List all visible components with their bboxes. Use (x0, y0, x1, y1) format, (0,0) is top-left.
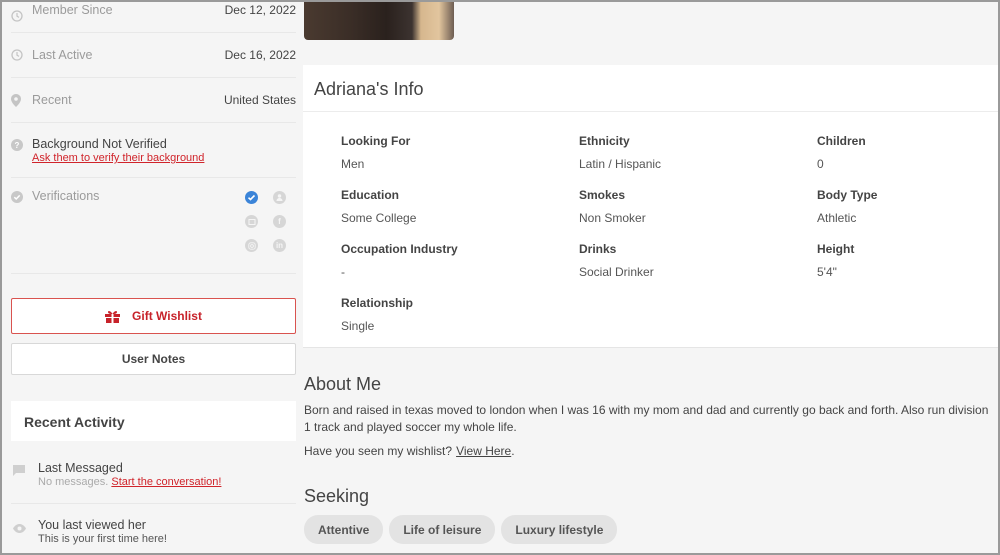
activity-last-viewed: You last viewed her This is your first t… (11, 518, 296, 545)
field-body-type: Body Type Athletic (817, 188, 1000, 225)
about-title: About Me (304, 374, 382, 394)
field-occupation-industry: Occupation Industry - (341, 242, 561, 279)
info-card: Adriana's Info Looking For Men Ethnicity… (303, 65, 1000, 348)
wishlist-line: Have you seen my wishlist? View Here. (304, 444, 515, 458)
facebook-icon: f (273, 215, 286, 228)
activity-title: Last Messaged (38, 461, 123, 475)
field-key: Relationship (341, 296, 414, 310)
field-value: Some College (341, 211, 417, 225)
message-icon (13, 463, 25, 481)
wishlist-suffix: . (511, 444, 515, 458)
seeking-title: Seeking (304, 486, 370, 506)
stat-label: Recent (32, 93, 72, 107)
info-title: Adriana's Info (303, 65, 1000, 112)
stat-label: Last Active (32, 48, 93, 62)
about-text: Born and raised in texas moved to london… (304, 403, 989, 434)
stat-value: United States (223, 93, 296, 107)
clock-icon (11, 49, 32, 61)
activity-sub-text: No messages. (38, 476, 109, 488)
view-wishlist-link[interactable]: View Here (456, 444, 511, 458)
seeking-tag: Attentive (304, 515, 384, 544)
user-notes-button[interactable]: User Notes (11, 343, 296, 375)
verified-check-icon (245, 191, 258, 204)
stat-member-since: Member Since Dec 12, 2022 (11, 0, 296, 33)
field-value: Men (341, 157, 365, 171)
recent-activity-title: Recent Activity (11, 401, 296, 441)
field-value: Latin / Hispanic (579, 157, 662, 171)
field-drinks: Drinks Social Drinker (579, 242, 799, 279)
field-value: Single (341, 319, 375, 333)
field-height: Height 5'4" (817, 242, 1000, 279)
user-notes-label: User Notes (121, 352, 186, 366)
activity-sub: No messages. Start the conversation! (38, 476, 296, 488)
field-children: Children 0 (817, 134, 1000, 171)
field-smokes: Smokes Non Smoker (579, 188, 799, 225)
field-value: 5'4" (817, 265, 837, 279)
field-key: Looking For (341, 134, 411, 148)
verify-background-link[interactable]: Ask them to verify their background (32, 152, 296, 164)
verifications-label: Verifications (32, 189, 100, 203)
stat-value: Dec 16, 2022 (224, 48, 296, 62)
profile-photo[interactable] (304, 0, 454, 40)
activity-last-messaged: Last Messaged No messages. Start the con… (11, 461, 296, 504)
field-value: 0 (817, 157, 824, 171)
stat-recent-location: Recent United States (11, 78, 296, 123)
stat-label: Member Since (32, 3, 113, 17)
seeking-tag: Luxury lifestyle (501, 515, 618, 544)
start-conversation-link[interactable]: Start the conversation! (111, 476, 221, 488)
profile-sidebar: Member Since Dec 12, 2022 Last Active De… (11, 0, 296, 545)
photo-icon (245, 215, 258, 228)
background-title: Background Not Verified (32, 137, 167, 151)
gift-wishlist-label: Gift Wishlist (132, 309, 202, 323)
field-key: Education (341, 188, 400, 202)
question-icon: ? (11, 138, 23, 156)
profile-icon (273, 191, 286, 204)
field-relationship: Relationship Single (341, 296, 561, 333)
check-circle-icon (11, 190, 23, 208)
field-ethnicity: Ethnicity Latin / Hispanic (579, 134, 799, 171)
field-key: Ethnicity (579, 134, 630, 148)
stat-last-active: Last Active Dec 16, 2022 (11, 33, 296, 78)
field-key: Children (817, 134, 866, 148)
eye-icon (13, 520, 26, 538)
field-key: Smokes (579, 188, 626, 202)
svg-text:?: ? (15, 141, 20, 150)
field-value: Athletic (817, 211, 857, 225)
field-key: Occupation Industry (341, 242, 458, 256)
field-value: - (341, 265, 345, 279)
field-value: Social Drinker (579, 265, 654, 279)
field-looking-for: Looking For Men (341, 134, 561, 171)
background-status: ? Background Not Verified Ask them to ve… (11, 123, 296, 178)
activity-title: You last viewed her (38, 518, 146, 532)
wishlist-prompt: Have you seen my wishlist? (304, 444, 453, 458)
location-pin-icon (11, 93, 32, 107)
stat-value: Dec 12, 2022 (224, 3, 296, 17)
verifications: Verifications f in (11, 178, 296, 274)
instagram-icon (245, 239, 258, 252)
field-key: Drinks (579, 242, 617, 256)
field-key: Height (817, 242, 855, 256)
gift-wishlist-button[interactable]: Gift Wishlist (11, 298, 296, 334)
verification-icons: f in (245, 191, 301, 252)
gift-icon (105, 310, 121, 323)
seeking-tags: Attentive Life of leisure Luxury lifesty… (304, 515, 618, 544)
activity-sub: This is your first time here! (38, 533, 167, 545)
field-education: Education Some College (341, 188, 561, 225)
field-value: Non Smoker (579, 211, 646, 225)
linkedin-icon: in (273, 239, 286, 252)
clock-icon (11, 10, 32, 22)
seeking-tag: Life of leisure (389, 515, 496, 544)
field-key: Body Type (817, 188, 878, 202)
